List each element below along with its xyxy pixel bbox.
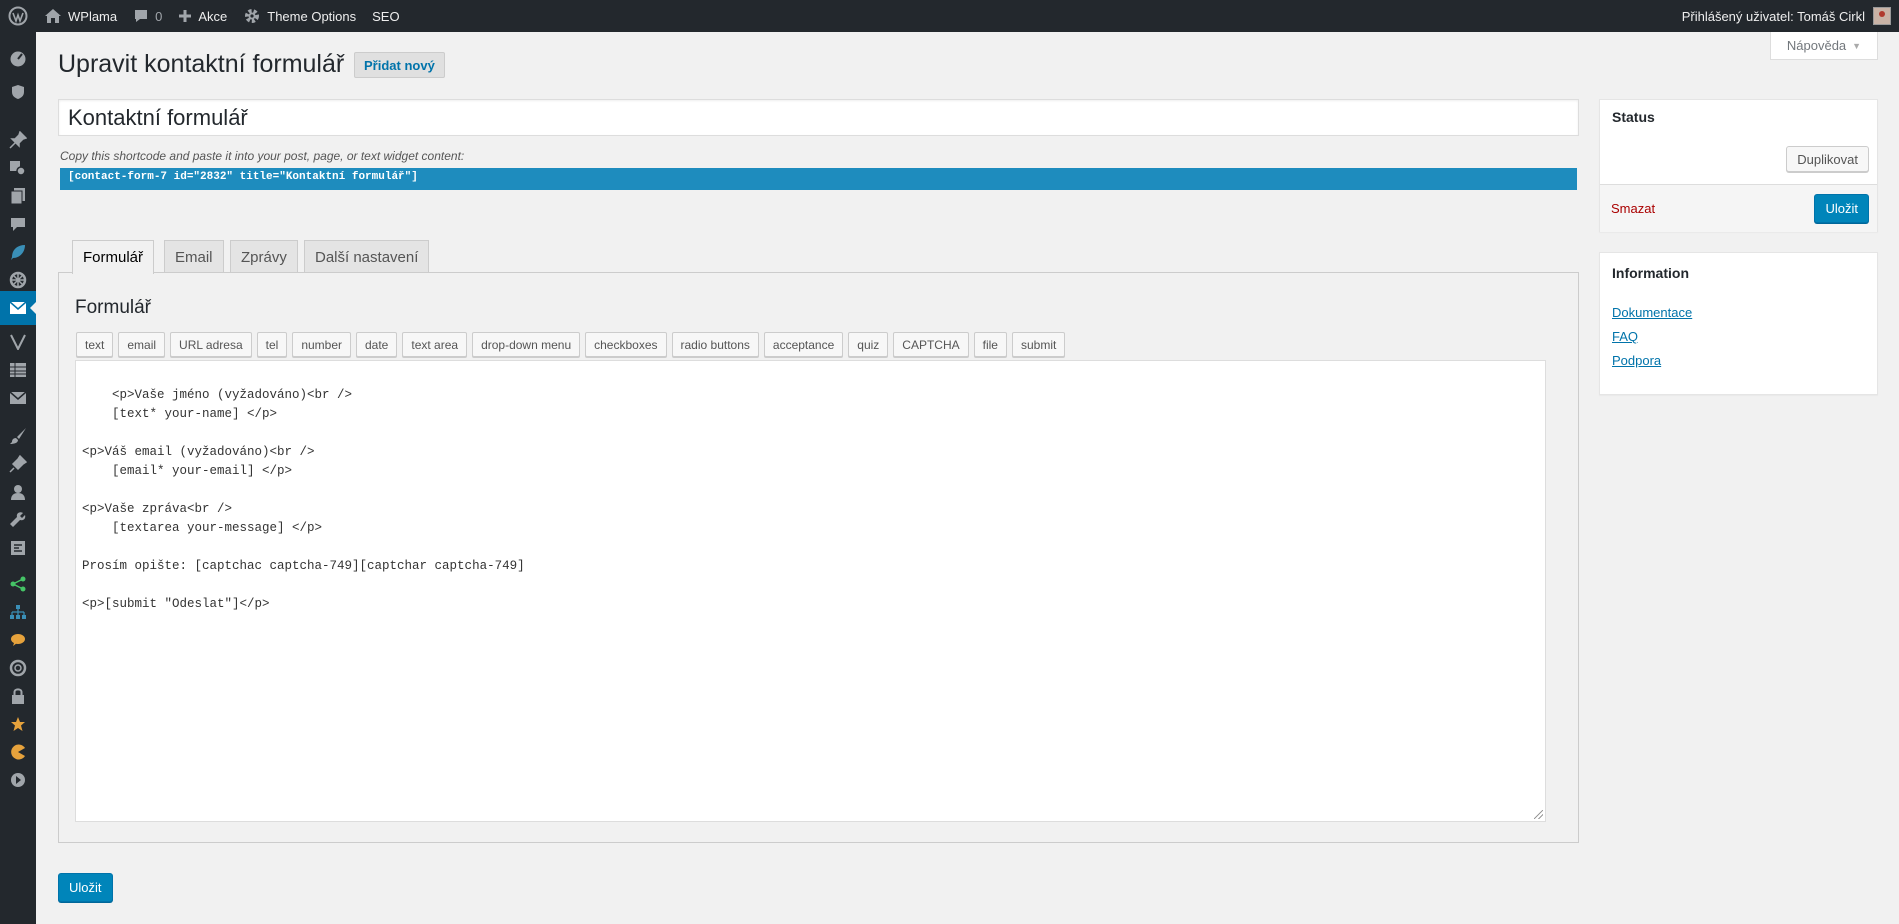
tag-button-captcha[interactable]: CAPTCHA bbox=[893, 332, 969, 357]
shield-icon[interactable] bbox=[0, 75, 36, 109]
tag-button-submit[interactable]: submit bbox=[1011, 332, 1066, 357]
support-link[interactable]: Podpora bbox=[1612, 353, 1661, 368]
form-panel: Formulář text email URL adresa tel numbe… bbox=[58, 272, 1579, 843]
form-template-content: <p>Vaše jméno (vyžadováno)<br /> [text* … bbox=[82, 388, 525, 611]
form-title-input[interactable] bbox=[58, 99, 1579, 136]
page-title: Upravit kontaktní formulář bbox=[58, 50, 345, 78]
admin-bar: WPlama 0 Akce Theme Options SEO Přihláše… bbox=[0, 0, 1899, 32]
wordpress-icon bbox=[8, 6, 28, 26]
tab-form[interactable]: Formulář bbox=[72, 240, 155, 274]
add-new-button[interactable]: Přidat nový bbox=[354, 52, 445, 78]
comments-count: 0 bbox=[155, 8, 163, 24]
information-box: Information Dokumentace FAQ Podpora bbox=[1599, 252, 1878, 395]
admin-sidebar bbox=[0, 32, 37, 924]
home-icon bbox=[45, 9, 61, 23]
tag-button-file[interactable]: file bbox=[973, 332, 1007, 357]
gear-icon bbox=[245, 9, 260, 23]
user-greeting: Přihlášený uživatel: Tomáš Cirkl bbox=[1681, 8, 1865, 24]
status-actions: Smazat Uložit bbox=[1600, 184, 1877, 232]
seo-menu[interactable]: SEO bbox=[364, 0, 407, 32]
resize-handle-icon[interactable] bbox=[1534, 810, 1543, 819]
tag-button-number[interactable]: number bbox=[292, 332, 351, 357]
tag-button-textarea[interactable]: text area bbox=[402, 332, 468, 357]
tag-button-date[interactable]: date bbox=[356, 332, 398, 357]
tag-button-checkboxes[interactable]: checkboxes bbox=[585, 332, 667, 357]
save-button-sidebar[interactable]: Uložit bbox=[1814, 194, 1869, 223]
site-name: WPlama bbox=[68, 8, 118, 24]
help-tab[interactable]: Nápověda ▼ bbox=[1770, 32, 1878, 60]
tag-button-quiz[interactable]: quiz bbox=[848, 332, 889, 357]
duplicate-button[interactable]: Duplikovat bbox=[1786, 146, 1869, 172]
form-template-editor[interactable]: <p>Vaše jméno (vyžadováno)<br /> [text* … bbox=[75, 360, 1546, 822]
comment-icon bbox=[135, 10, 148, 22]
tag-button-url[interactable]: URL adresa bbox=[170, 332, 252, 357]
documentation-link[interactable]: Dokumentace bbox=[1612, 305, 1692, 320]
tag-button-dropdown[interactable]: drop-down menu bbox=[472, 332, 581, 357]
delete-link[interactable]: Smazat bbox=[1611, 201, 1655, 216]
tab-messages[interactable]: Zprávy bbox=[230, 240, 298, 273]
tag-generator-buttons: text email URL adresa tel number date te… bbox=[76, 332, 1066, 357]
status-box-title: Status bbox=[1612, 109, 1655, 125]
dashboard-icon[interactable] bbox=[0, 41, 36, 75]
comments-menu[interactable]: 0 bbox=[125, 0, 170, 32]
save-button-bottom[interactable]: Uložit bbox=[58, 873, 113, 902]
tab-email[interactable]: Email bbox=[164, 240, 224, 273]
wordpress-logo-menu[interactable] bbox=[0, 0, 36, 32]
my-account-menu[interactable]: Přihlášený uživatel: Tomáš Cirkl bbox=[1682, 7, 1899, 25]
tab-additional-settings[interactable]: Další nastavení bbox=[304, 240, 430, 273]
tag-button-acceptance[interactable]: acceptance bbox=[763, 332, 844, 357]
newsletter-icon[interactable] bbox=[0, 381, 36, 415]
tag-button-radio[interactable]: radio buttons bbox=[671, 332, 759, 357]
collapse-menu-icon[interactable] bbox=[0, 763, 36, 797]
status-box: Status Duplikovat Smazat Uložit bbox=[1599, 99, 1878, 232]
plus-icon bbox=[179, 10, 192, 22]
tag-button-tel[interactable]: tel bbox=[256, 332, 288, 357]
avatar bbox=[1873, 7, 1891, 25]
contact-mail-icon[interactable] bbox=[0, 291, 37, 325]
theme-options-menu[interactable]: Theme Options bbox=[235, 0, 364, 32]
settings-icon[interactable] bbox=[0, 531, 36, 565]
panel-heading: Formulář bbox=[75, 297, 152, 318]
new-content-menu[interactable]: Akce bbox=[170, 0, 235, 32]
help-tab-label: Nápověda bbox=[1786, 38, 1847, 53]
tag-button-email[interactable]: email bbox=[118, 332, 166, 357]
seo-label: SEO bbox=[372, 8, 400, 24]
theme-options-label: Theme Options bbox=[267, 8, 357, 24]
shortcode-field[interactable]: [contact-form-7 id="2832" title="Kontakt… bbox=[60, 168, 1577, 190]
faq-link[interactable]: FAQ bbox=[1612, 329, 1638, 344]
tag-button-text[interactable]: text bbox=[76, 332, 114, 357]
new-content-label: Akce bbox=[198, 8, 228, 24]
triangle-down-icon: ▼ bbox=[1852, 40, 1862, 51]
information-box-title: Information bbox=[1612, 265, 1689, 281]
site-name-menu[interactable]: WPlama bbox=[36, 0, 125, 32]
shortcode-note: Copy this shortcode and paste it into yo… bbox=[60, 149, 465, 163]
